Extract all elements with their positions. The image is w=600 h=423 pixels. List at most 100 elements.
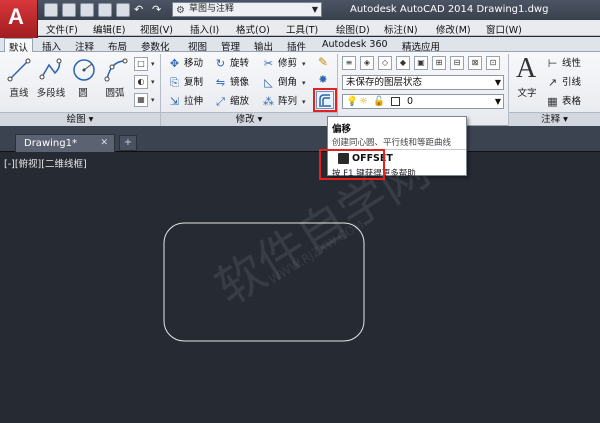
erase-icon[interactable]: ✎: [316, 56, 330, 70]
menu-edit[interactable]: 编辑(E): [93, 22, 125, 36]
region-dropdown-icon[interactable]: ▾: [151, 96, 155, 104]
leader-button[interactable]: ↗ 引线: [546, 75, 581, 90]
trim-dropdown-icon[interactable]: ▾: [302, 60, 306, 68]
stretch-icon: ⇲: [169, 95, 180, 108]
menu-draw[interactable]: 绘图(D): [336, 22, 370, 36]
chevron-down-icon: ▼: [311, 5, 318, 14]
menu-format[interactable]: 格式(O): [236, 22, 270, 36]
layer-unisolate-icon[interactable]: ⊡: [486, 56, 500, 70]
mirror-button[interactable]: ⇋ 镜像: [214, 75, 249, 90]
gear-icon: ⚙: [176, 5, 185, 16]
print-icon[interactable]: [116, 3, 130, 17]
array-label: 阵列: [278, 96, 298, 107]
layer-properties-icon[interactable]: ≡: [342, 56, 356, 70]
array-dropdown-icon[interactable]: ▾: [302, 98, 306, 106]
redo-icon[interactable]: ↷: [152, 3, 166, 17]
tab-autodesk-360[interactable]: Autodesk 360: [318, 38, 392, 52]
table-icon: ▦: [547, 95, 558, 108]
leader-icon: ↗: [547, 76, 558, 89]
ribbon-tab-bar: 默认 插入 注释 布局 参数化 视图 管理 输出 插件 Autodesk 360…: [0, 37, 600, 54]
region-icon[interactable]: ▦: [134, 93, 148, 107]
modify-panel-title: 修改: [235, 114, 255, 125]
tab-insert[interactable]: 插入: [38, 38, 65, 53]
menu-tools[interactable]: 工具(T): [286, 22, 318, 36]
arc-tool-button[interactable]: 圆弧: [100, 55, 130, 105]
arc-tool-label: 圆弧: [105, 88, 125, 99]
layer-lock-icon[interactable]: ▣: [414, 56, 428, 70]
chamfer-icon: ◺: [264, 76, 273, 89]
tab-output[interactable]: 输出: [250, 38, 277, 53]
window-title: Autodesk AutoCAD 2014 Drawing1.dwg: [350, 4, 549, 15]
text-tool-button[interactable]: A 文字: [512, 53, 542, 105]
layer-off-icon[interactable]: ◆: [396, 56, 410, 70]
tab-plugins[interactable]: 插件: [283, 38, 310, 53]
layer-isolate-icon[interactable]: ⊠: [468, 56, 482, 70]
open-file-icon[interactable]: [62, 3, 76, 17]
offset-highlight-box: [313, 88, 337, 112]
trim-button[interactable]: ✂ 修剪: [262, 56, 297, 71]
menu-modify[interactable]: 修改(M): [436, 22, 471, 36]
rounded-rectangle-drawing[interactable]: [160, 220, 370, 346]
menu-window[interactable]: 窗口(W): [486, 22, 522, 36]
text-icon: A: [516, 53, 537, 84]
tooltip-description: 创建同心圆、平行线和等距曲线: [332, 138, 452, 148]
rotate-button[interactable]: ↻ 旋转: [214, 56, 249, 71]
tab-parametric[interactable]: 参数化: [137, 38, 174, 53]
chamfer-dropdown-icon[interactable]: ▾: [302, 79, 306, 87]
chamfer-label: 倒角: [278, 77, 298, 88]
modify-panel-label[interactable]: 修改 ▾: [161, 112, 337, 126]
sun-icon: ☼: [359, 96, 368, 107]
linear-dimension-button[interactable]: ⊢ 线性: [546, 56, 581, 71]
linear-dimension-icon: ⊢: [547, 57, 558, 70]
layer-freeze-icon[interactable]: ◇: [378, 56, 392, 70]
annotation-panel-title: 注释: [541, 114, 561, 125]
mirror-icon: ⇋: [215, 76, 226, 89]
menu-view[interactable]: 视图(V): [140, 22, 173, 36]
tab-view[interactable]: 视图: [184, 38, 211, 53]
close-icon[interactable]: ✕: [100, 138, 108, 148]
table-button[interactable]: ▦ 表格: [546, 94, 581, 109]
viewport-controls[interactable]: [-][俯视][二维线框]: [4, 156, 87, 170]
new-file-icon[interactable]: [44, 3, 58, 17]
rectangle-dropdown-icon[interactable]: ▾: [151, 60, 155, 68]
chamfer-button[interactable]: ◺ 倒角: [262, 75, 297, 90]
tab-default[interactable]: 默认: [4, 38, 34, 54]
tab-featured-apps[interactable]: 精选应用: [398, 38, 444, 53]
draw-panel-label[interactable]: 绘图 ▾: [0, 112, 160, 126]
chevron-down-icon: ▼: [494, 78, 501, 87]
layer-match-icon[interactable]: ⊞: [432, 56, 446, 70]
application-menu-button[interactable]: A: [0, 0, 38, 38]
hatch-icon[interactable]: ◐: [134, 75, 148, 89]
current-layer-dropdown[interactable]: 💡 ☼ 🔓 0 ▼: [342, 94, 504, 109]
layer-previous-icon[interactable]: ⊟: [450, 56, 464, 70]
tab-manage[interactable]: 管理: [217, 38, 244, 53]
copy-button[interactable]: ⎘ 复制: [168, 75, 203, 90]
text-tool-label: 文字: [517, 88, 537, 99]
unlock-icon: 🔓: [373, 96, 385, 107]
save-as-icon[interactable]: [98, 3, 112, 17]
hatch-dropdown-icon[interactable]: ▾: [151, 78, 155, 86]
menu-insert[interactable]: 插入(I): [190, 22, 219, 36]
stretch-button[interactable]: ⇲ 拉伸: [168, 94, 203, 109]
scale-icon: ⤢: [216, 95, 225, 108]
layer-icon[interactable]: ◈: [360, 56, 374, 70]
rectangle-icon[interactable]: □: [134, 57, 148, 71]
save-icon[interactable]: [80, 3, 94, 17]
tab-layout[interactable]: 布局: [104, 38, 131, 53]
menu-file[interactable]: 文件(F): [46, 22, 78, 36]
workspace-selector[interactable]: ⚙ 草图与注释 ▼: [172, 2, 322, 17]
menu-dimension[interactable]: 标注(N): [384, 22, 418, 36]
annotation-panel-label[interactable]: 注释 ▾: [509, 112, 600, 126]
file-tab-drawing1[interactable]: Drawing1* ✕: [15, 134, 115, 152]
file-tab-label: Drawing1*: [24, 138, 77, 149]
explode-icon[interactable]: ✸: [316, 74, 330, 88]
new-tab-button[interactable]: +: [119, 135, 137, 151]
undo-icon[interactable]: ↶: [134, 3, 148, 17]
polyline-icon: [39, 58, 62, 80]
array-button[interactable]: ⁂ 阵列: [262, 94, 297, 109]
scale-button[interactable]: ⤢ 缩放: [214, 94, 249, 109]
tooltip-title: 偏移: [332, 124, 352, 135]
move-button[interactable]: ✥ 移动: [168, 56, 203, 71]
layer-state-dropdown[interactable]: 未保存的图层状态 ▼: [342, 75, 504, 90]
tab-annotate[interactable]: 注释: [71, 38, 98, 53]
